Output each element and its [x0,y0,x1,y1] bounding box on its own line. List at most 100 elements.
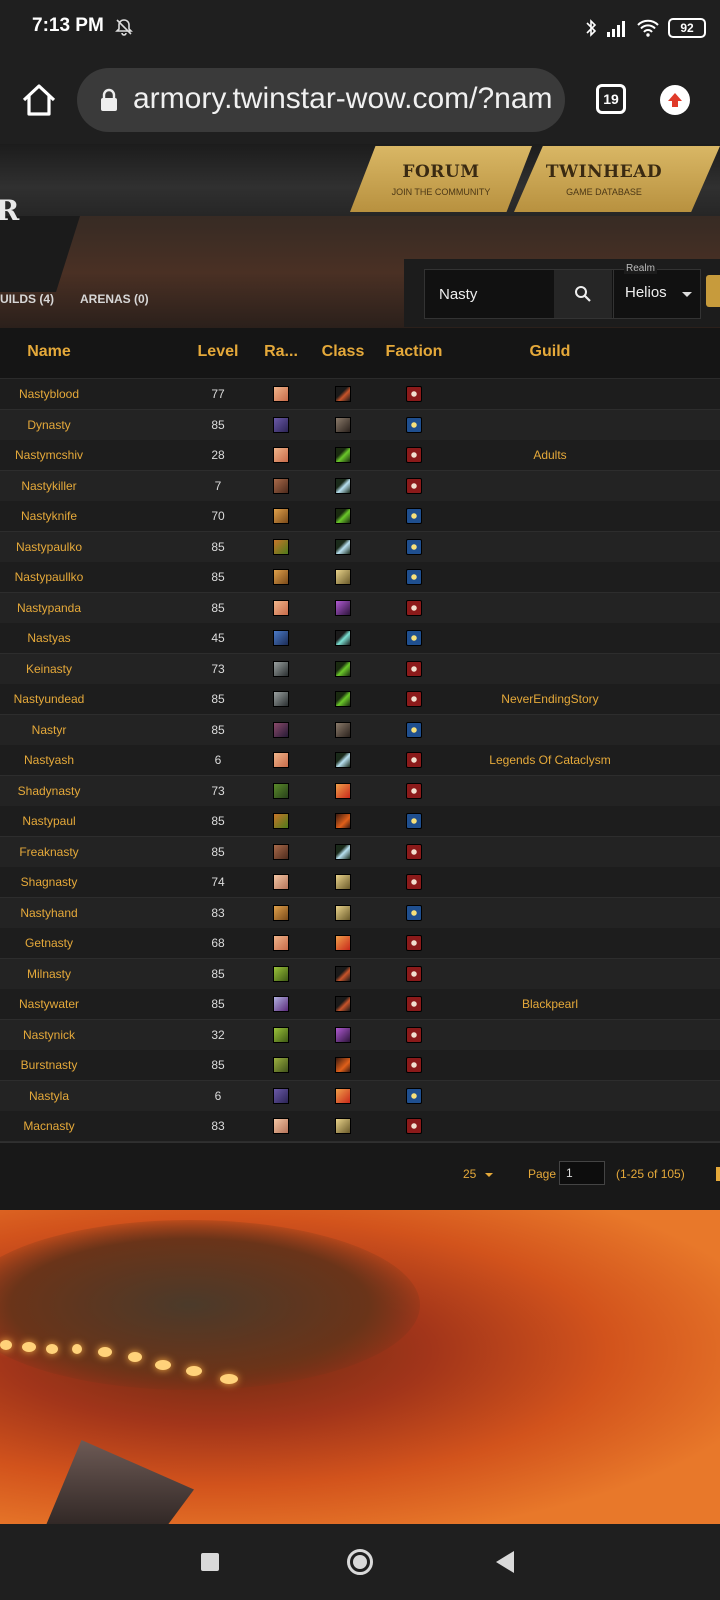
table-row[interactable]: Getnasty 68 [0,928,720,959]
table-row[interactable]: Nastyla 6 [0,1080,720,1112]
table-row[interactable]: Nastypanda 85 [0,592,720,624]
character-name-link[interactable]: Nastyash [0,745,98,776]
table-row[interactable]: Nastymcshiv 28 Adults [0,440,720,471]
search-button[interactable] [554,270,612,318]
character-name-link[interactable]: Nastypanda [0,593,98,624]
class-icon [335,752,351,768]
character-level: 85 [211,844,225,859]
table-row[interactable]: Nastyas 45 [0,623,720,654]
character-name-link[interactable]: Nastymcshiv [0,440,98,471]
col-faction[interactable]: Faction [378,343,450,361]
class-icon [335,996,351,1012]
browser-toolbar: armory.twinstar-wow.com/?nam 19 [0,56,720,144]
guild-link[interactable]: Adults [450,440,650,471]
character-level: 85 [211,539,225,554]
col-race[interactable]: Ra... [258,343,304,361]
site-logo[interactable]: R [0,194,19,227]
character-name-link[interactable]: Nastypaulko [0,532,98,563]
race-icon [273,1057,289,1073]
character-name-link[interactable]: Freaknasty [0,837,98,868]
alliance-faction-icon [406,721,422,738]
table-row[interactable]: Nastypaul 85 [0,806,720,837]
table-row[interactable]: Nastyknife 70 [0,501,720,532]
submit-button-edge[interactable] [706,275,720,307]
col-level[interactable]: Level [188,343,248,361]
table-row[interactable]: Shagnasty 74 [0,867,720,898]
update-icon[interactable] [660,85,690,115]
character-name-link[interactable]: Nastykiller [0,471,98,502]
character-name-link[interactable]: Nastypaul [0,806,98,837]
race-icon [273,874,289,890]
table-row[interactable]: Nastyash 6 Legends Of Cataclysm [0,745,720,776]
character-name-link[interactable]: Burstnasty [0,1050,98,1081]
character-name-link[interactable]: Nastyknife [0,501,98,532]
next-page-icon[interactable] [716,1167,720,1181]
tab-arenas[interactable]: ARENAS (0) [80,292,149,306]
character-name-link[interactable]: Nastyundead [0,684,98,715]
character-name-link[interactable]: Nastyla [0,1081,98,1112]
character-name-link[interactable]: Getnasty [0,928,98,959]
class-icon [335,904,351,921]
home-circle-icon[interactable] [347,1549,373,1575]
guild-link [450,959,650,990]
home-icon[interactable] [20,82,58,118]
character-name-link[interactable]: Nastypaullko [0,562,98,593]
character-name-link[interactable]: Macnasty [0,1111,98,1142]
table-row[interactable]: Macnasty 83 [0,1111,720,1142]
guild-link[interactable]: Blackpearl [450,989,650,1020]
race-icon [273,630,289,646]
character-name-link[interactable]: Shadynasty [0,776,98,807]
table-row[interactable]: Nastykiller 7 [0,470,720,502]
nav-twinhead[interactable]: TWINHEAD GAME DATABASE [514,146,720,212]
table-row[interactable]: Freaknasty 85 [0,836,720,868]
table-row[interactable]: Shadynasty 73 [0,775,720,807]
url-bar[interactable]: armory.twinstar-wow.com/?nam [77,68,565,132]
recents-icon[interactable] [201,1553,219,1571]
guild-link[interactable]: NeverEndingStory [450,684,650,715]
character-name-link[interactable]: Milnasty [0,959,98,990]
nav-forum[interactable]: FORUM JOIN THE COMMUNITY [350,146,532,212]
page-input[interactable]: 1 [559,1161,605,1185]
table-row[interactable]: Nastywater 85 Blackpearl [0,989,720,1020]
table-row[interactable]: Nastyr 85 [0,714,720,746]
rock [44,1440,194,1524]
table-row[interactable]: Keinasty 73 [0,653,720,685]
tab-guilds[interactable]: UILDS (4) [0,292,54,306]
nav-twinhead-title: TWINHEAD [545,162,663,182]
character-level: 77 [211,387,225,401]
race-icon [273,721,289,738]
character-name-link[interactable]: Nastyblood [0,379,98,410]
col-guild[interactable]: Guild [450,343,650,361]
table-row[interactable]: Nastyundead 85 NeverEndingStory [0,684,720,715]
guild-link[interactable]: Legends Of Cataclysm [450,745,650,776]
character-name-link[interactable]: Nastyr [0,715,98,746]
character-level: 68 [211,936,225,950]
character-name-link[interactable]: Shagnasty [0,867,98,898]
realm-select[interactable]: Realm Helios [613,263,701,319]
tab-switcher-button[interactable]: 19 [596,84,626,114]
table-row[interactable]: Burstnasty 85 [0,1050,720,1081]
table-row[interactable]: Nastynick 32 [0,1019,720,1051]
character-name-link[interactable]: Nastynick [0,1020,98,1051]
guild-link [450,593,650,624]
page-size-select[interactable]: 25 [463,1167,476,1181]
table-row[interactable]: Milnasty 85 [0,958,720,990]
horde-faction-icon [406,477,422,494]
table-row[interactable]: Nastyblood 77 [0,379,720,410]
character-name-link[interactable]: Keinasty [0,654,98,685]
table-row[interactable]: Nastypaullko 85 [0,562,720,593]
table-row[interactable]: Dynasty 85 [0,409,720,441]
class-icon [335,965,351,982]
nav-forum-title: FORUM [402,162,480,182]
class-icon [335,1087,351,1104]
table-row[interactable]: Nastyhand 83 [0,897,720,929]
character-name-link[interactable]: Dynasty [0,410,98,441]
back-icon[interactable] [496,1551,514,1573]
character-name-link[interactable]: Nastywater [0,989,98,1020]
col-class[interactable]: Class [313,343,373,361]
character-name-link[interactable]: Nastyas [0,623,98,654]
table-row[interactable]: Nastypaulko 85 [0,531,720,563]
lava-light [155,1360,171,1370]
col-name[interactable]: Name [0,343,98,361]
character-name-link[interactable]: Nastyhand [0,898,98,929]
